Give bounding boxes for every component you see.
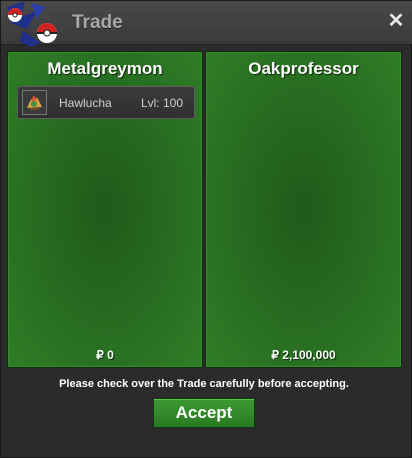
title-bar[interactable]: Trade ✕ (1, 1, 412, 47)
partner-offer-panel: Oakprofessor ₽ 2,100,000 (205, 51, 402, 368)
pokeball-logo-icon (7, 1, 57, 47)
pokemon-name: Hawlucha (59, 96, 112, 110)
trade-item-slot[interactable]: Hawlucha Lvl: 100 (17, 86, 195, 119)
accept-button[interactable]: Accept (153, 398, 255, 428)
player-name-left: Metalgreymon (47, 59, 163, 78)
trade-notice: Please check over the Trade carefully be… (59, 378, 349, 390)
close-icon[interactable]: ✕ (387, 11, 405, 31)
my-offer-panel: Metalgreymon Hawlucha Lvl: 100 ₽ 0 (7, 51, 203, 368)
money-offer-right: ₽ 2,100,000 (271, 348, 336, 362)
hawlucha-sprite-icon (22, 90, 47, 115)
pokemon-level: Lvl: 100 (140, 96, 183, 110)
trade-window: Trade ✕ Metalgreymon Hawlucha Lvl: 100 ₽… (0, 0, 412, 458)
money-offer-left: ₽ 0 (96, 348, 114, 362)
window-title: Trade (72, 12, 123, 33)
player-name-right: Oakprofessor (248, 59, 359, 78)
